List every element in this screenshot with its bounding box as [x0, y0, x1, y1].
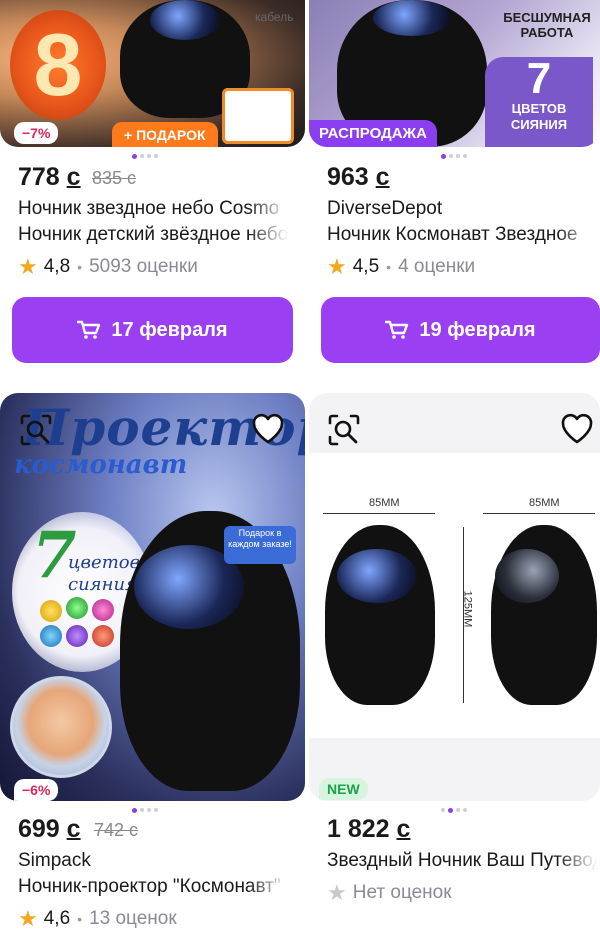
image-number-badge: 8 — [10, 10, 106, 120]
child-photo — [10, 676, 112, 778]
new-badge: NEW — [319, 778, 368, 800]
product-price: 778 с — [18, 163, 81, 191]
image-colors-block: 7 ЦВЕТОВ СИЯНИЯ — [485, 57, 593, 147]
seller-name[interactable]: DiverseDepot — [327, 198, 597, 220]
gift-box-image — [222, 88, 294, 144]
rating-value: 4,8 — [43, 256, 71, 277]
discount-badge: −7% — [14, 122, 59, 144]
product-rating: ★ 4,5 • 4 оценки — [327, 254, 475, 280]
star-icon: ★ — [327, 880, 347, 905]
dimension-height: 125MM — [461, 590, 474, 628]
dimension-width-right: 85MM — [529, 497, 560, 509]
product-title[interactable]: Ночник-проектор "Космонавт" — [18, 876, 288, 898]
astronaut-figure-left — [325, 525, 435, 705]
image-note: кабель — [255, 10, 294, 24]
product-price: 699 с — [18, 815, 81, 843]
seller-name[interactable]: Simpack — [18, 850, 288, 872]
separator-dot: • — [386, 259, 392, 275]
favorite-heart-icon[interactable] — [559, 411, 595, 447]
image-carousel-dots — [132, 154, 158, 160]
gift-badge: + ПОДАРОК — [112, 122, 218, 147]
gift-note: Подарок в каждом заказе! — [224, 526, 296, 564]
dimension-width-left: 85MM — [369, 497, 400, 509]
separator-dot: • — [77, 911, 83, 927]
star-icon: ★ — [18, 254, 38, 279]
old-price: 742 с — [94, 820, 139, 840]
add-to-cart-button[interactable]: 19 февраля — [321, 297, 600, 363]
star-icon: ★ — [18, 906, 38, 931]
color-ball — [66, 597, 88, 619]
rating-value: 4,6 — [43, 908, 71, 929]
product-image-2[interactable]: БЕСШУМНАЯ РАБОТА 7 ЦВЕТОВ СИЯНИЯ РАСПРОД… — [309, 0, 600, 147]
image-feature-text: БЕСШУМНАЯ РАБОТА — [503, 10, 591, 40]
add-to-cart-button[interactable]: 17 февраля — [12, 297, 293, 363]
cart-icon — [77, 320, 101, 339]
color-ball — [92, 599, 114, 621]
visual-search-icon[interactable] — [326, 412, 362, 448]
product-price: 963 с — [327, 163, 390, 191]
product-price: 1 822 с — [327, 815, 411, 843]
review-count: 13 оценок — [89, 908, 177, 929]
product-rating: ★ 4,8 • 5093 оценки — [18, 254, 198, 280]
review-count: Нет оценок — [352, 882, 452, 903]
review-count: 5093 оценки — [89, 256, 198, 277]
product-title-line-2[interactable]: Ночник детский звёздное небо — [18, 224, 288, 246]
image-carousel-dots — [441, 808, 467, 814]
image-colors-text: ЦВЕТОВ СИЯНИЯ — [510, 101, 568, 132]
product-image-1[interactable]: 8 кабель −7% + ПОДАРОК — [0, 0, 305, 147]
image-carousel-dots — [132, 808, 158, 814]
product-title-line-1[interactable]: Ночник звездное небо Cosmo — [18, 198, 288, 220]
delivery-date-label: 17 февраля — [111, 318, 228, 341]
cart-icon — [385, 320, 409, 339]
review-count: 4 оценки — [398, 256, 476, 277]
sale-badge: РАСПРОДАЖА — [309, 120, 437, 147]
color-ball — [66, 625, 88, 647]
dimension-line — [323, 513, 435, 514]
discount-badge: −6% — [14, 779, 59, 801]
rating-value: 4,5 — [352, 256, 380, 277]
product-image-4[interactable]: 85MM 85MM 125MM NEW — [309, 393, 600, 801]
image-number: 7 — [526, 54, 552, 103]
product-rating: ★ Нет оценок — [327, 880, 452, 906]
astronaut-figure-right — [491, 525, 597, 705]
product-image-3[interactable]: Проектор космонавт 7 цветов сияния Подар… — [0, 393, 305, 801]
color-ball — [92, 625, 114, 647]
product-title[interactable]: Ночник Космонавт Звездное — [327, 224, 597, 246]
dimension-line — [483, 513, 595, 514]
visual-search-icon[interactable] — [18, 412, 54, 448]
color-ball — [40, 600, 62, 622]
star-icon: ★ — [327, 254, 347, 279]
product-rating: ★ 4,6 • 13 оценок — [18, 906, 177, 932]
favorite-heart-icon[interactable] — [250, 411, 286, 447]
old-price: 835 с — [92, 168, 137, 188]
image-carousel-dots — [441, 154, 467, 160]
separator-dot: • — [77, 259, 83, 275]
image-subtitle: космонавт — [14, 450, 188, 480]
product-title[interactable]: Звездный Ночник Ваш Путеводитель — [327, 850, 597, 872]
color-ball — [40, 625, 62, 647]
delivery-date-label: 19 февраля — [419, 318, 536, 341]
